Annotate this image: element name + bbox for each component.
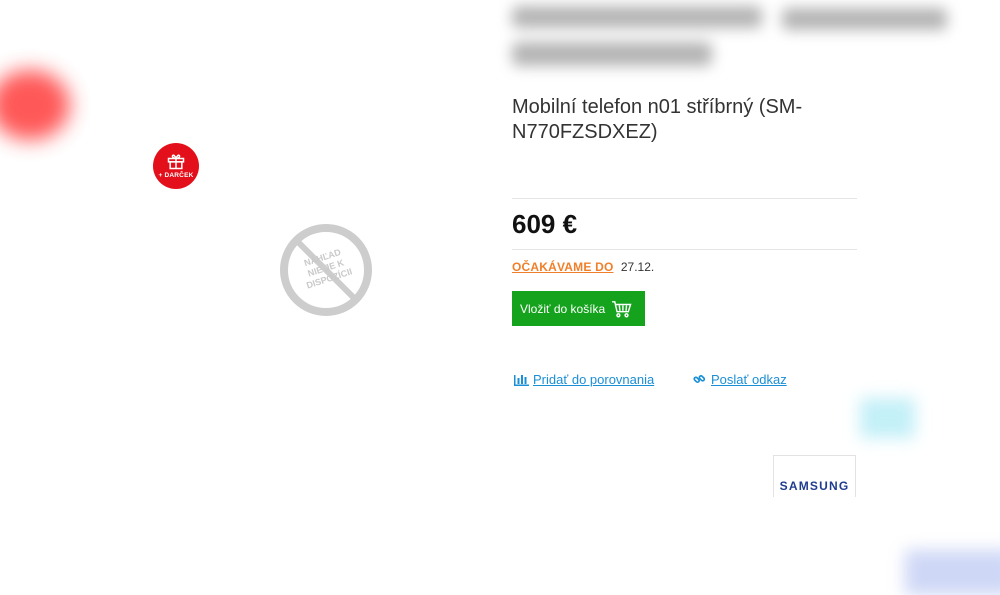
compare-link[interactable]: Pridať do porovnania: [533, 372, 654, 387]
share-link-row[interactable]: Poslať odkaz: [692, 372, 787, 387]
product-price: 609 €: [512, 209, 577, 240]
availability-status[interactable]: OČAKÁVAME DO: [512, 260, 614, 274]
add-to-cart-label: Vložiť do košíka: [520, 302, 605, 316]
brand-logo[interactable]: SAMSUNG: [773, 455, 856, 497]
blurred-header: [512, 6, 952, 76]
divider-top: [512, 198, 857, 199]
compare-link-row[interactable]: Pridať do porovnania: [514, 372, 654, 387]
gift-badge[interactable]: + DARČEK: [153, 143, 199, 189]
cart-icon: [611, 300, 633, 318]
share-link[interactable]: Poslať odkaz: [711, 372, 787, 387]
chart-icon: [514, 373, 529, 386]
availability: OČAKÁVAME DO 27.12.: [512, 260, 654, 274]
availability-date: 27.12.: [621, 260, 654, 274]
product-title: Mobilní telefon n01 stříbrný (SM-N770FZS…: [512, 95, 842, 145]
brand-logo-text: SAMSUNG: [780, 479, 850, 493]
link-icon: [692, 373, 707, 386]
add-to-cart-button[interactable]: Vložiť do košíka: [512, 291, 645, 326]
blurred-element: [860, 398, 915, 438]
gift-icon: [166, 151, 186, 171]
divider-price: [512, 249, 857, 250]
product-image-placeholder: NÁHĽAD NIE JE K DISPOZÍCII: [278, 222, 374, 318]
blurred-widget: [905, 550, 1000, 595]
badge-label: + DARČEK: [158, 172, 193, 179]
blurred-label: [0, 70, 70, 140]
